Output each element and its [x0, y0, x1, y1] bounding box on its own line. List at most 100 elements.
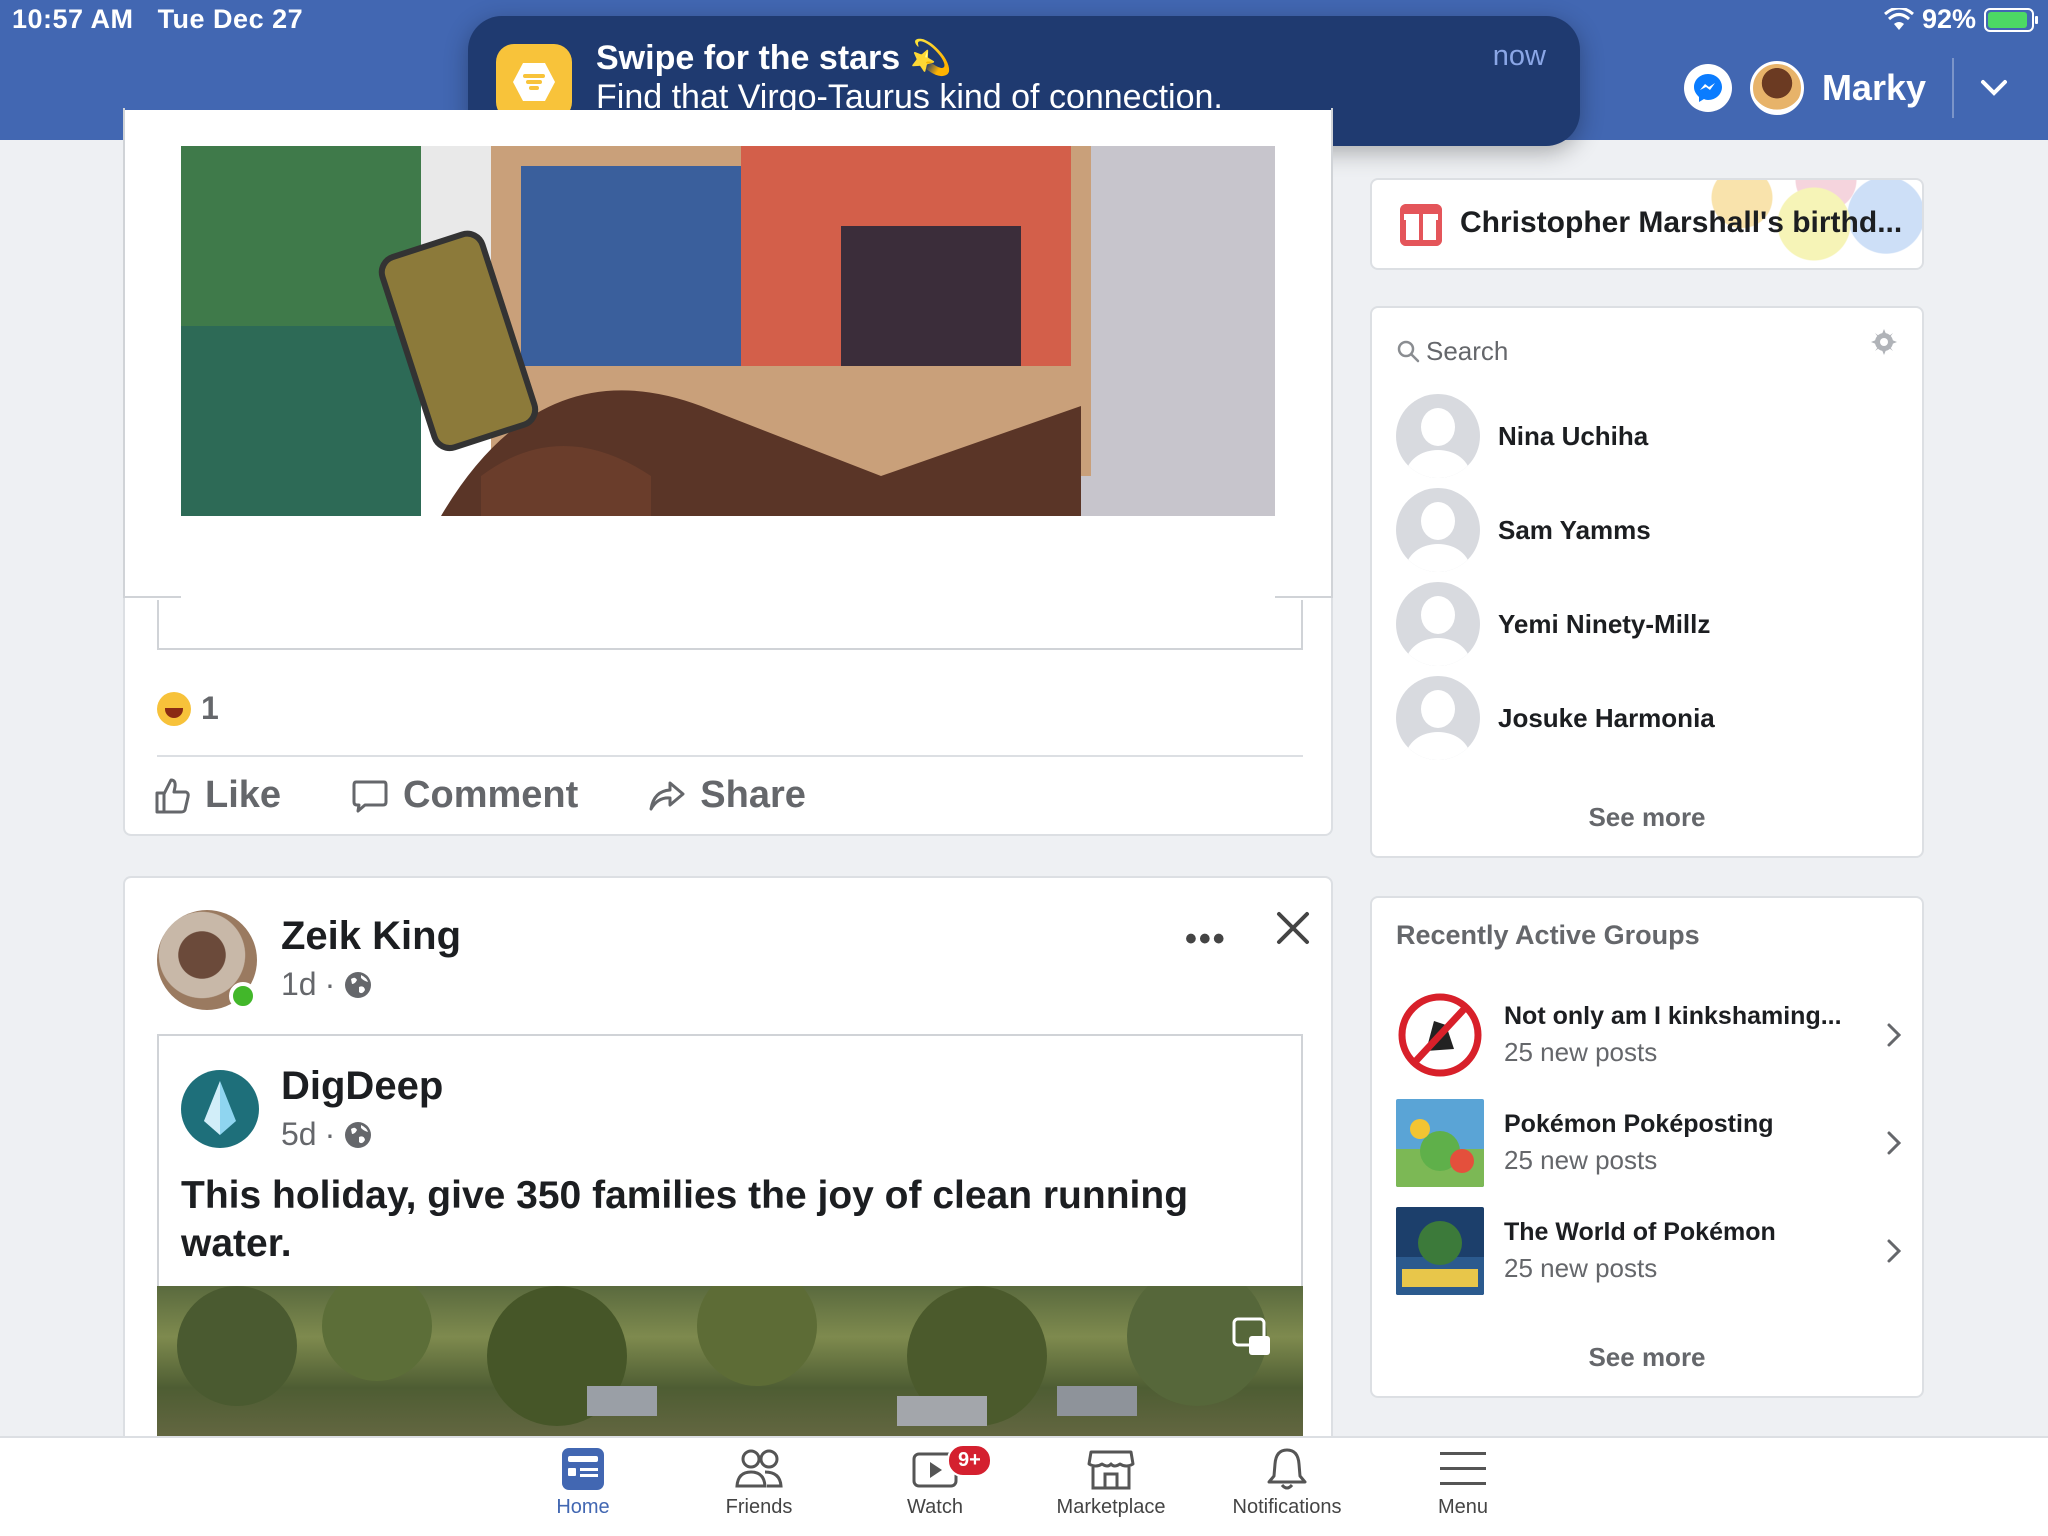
default-avatar-icon — [1396, 488, 1480, 572]
post-photo[interactable] — [181, 146, 1275, 626]
bell-icon — [1267, 1448, 1307, 1490]
contacts-search-input[interactable]: Search — [1396, 330, 1902, 372]
more-options-icon[interactable]: ••• — [1185, 920, 1227, 959]
tab-home[interactable]: Home — [503, 1446, 663, 1519]
close-icon[interactable] — [1275, 910, 1311, 946]
picture-in-picture-icon[interactable] — [1231, 1316, 1273, 1358]
contacts-panel: Search Nina Uchiha Sam Yamms Yemi Ninety… — [1370, 306, 1924, 858]
battery-icon — [1984, 7, 2038, 32]
recent-groups-panel: Recently Active Groups Not only am I kin… — [1370, 896, 1924, 1398]
shared-post[interactable]: DigDeep 5d · This holiday, give 350 fami… — [157, 1034, 1303, 1436]
profile-avatar[interactable] — [1749, 61, 1804, 115]
chevron-right-icon — [1887, 1239, 1902, 1263]
group-name: Not only am I kinkshaming... — [1504, 1002, 1842, 1030]
group-name: Pokémon Poképosting — [1504, 1110, 1774, 1138]
comment-label: Comment — [403, 774, 579, 816]
group-text: The World of Pokémon 25 new posts — [1504, 1218, 1876, 1284]
post-link-preview-footer — [157, 600, 1303, 650]
tab-watch[interactable]: 9+ Watch — [855, 1444, 1015, 1519]
online-status-dot — [229, 982, 257, 1010]
tab-menu[interactable]: Menu — [1383, 1446, 1543, 1519]
tab-friends-label: Friends — [725, 1496, 793, 1518]
contact-item[interactable]: Yemi Ninety-Millz — [1396, 582, 1902, 666]
haha-reaction-icon — [157, 691, 191, 726]
contact-item[interactable]: Josuke Harmonia — [1396, 676, 1902, 760]
shared-post-video[interactable] — [157, 1286, 1303, 1436]
feed-post: Zeik King 1d · ••• DigDeep 5d · This hol… — [123, 876, 1333, 1436]
reaction-summary[interactable]: 1 — [157, 690, 219, 727]
share-button[interactable]: Share — [648, 774, 806, 817]
group-thumbnail — [1396, 1099, 1484, 1187]
contacts-see-more-button[interactable]: See more — [1372, 802, 1922, 833]
share-label: Share — [700, 774, 806, 816]
globe-icon — [345, 971, 372, 998]
header-divider — [1952, 58, 1954, 118]
chevron-right-icon — [1887, 1023, 1902, 1047]
page-avatar[interactable] — [181, 1070, 259, 1148]
contact-item[interactable]: Nina Uchiha — [1396, 394, 1902, 478]
contact-name: Nina Uchiha — [1498, 420, 1649, 451]
gear-icon[interactable] — [1870, 328, 1898, 356]
home-feed-icon — [562, 1448, 604, 1490]
birthday-card[interactable]: Christopher Marshall's birthd... — [1370, 178, 1924, 270]
hamburger-menu-icon — [1440, 1452, 1486, 1485]
profile-name[interactable]: Marky — [1822, 67, 1926, 109]
search-placeholder: Search — [1426, 335, 1509, 366]
notification-time: now — [1492, 40, 1546, 72]
group-thumbnail — [1396, 991, 1484, 1079]
post-author-name[interactable]: Zeik King — [281, 914, 461, 959]
clock-time: 10:57 AM — [12, 4, 134, 34]
group-new-posts: 25 new posts — [1504, 1253, 1658, 1283]
notification-title: Swipe for the stars 💫 — [596, 39, 952, 77]
globe-icon — [345, 1121, 372, 1148]
water-drop-logo-icon — [204, 1081, 236, 1135]
wifi-icon — [1883, 7, 1914, 30]
groups-see-more-button[interactable]: See more — [1372, 1342, 1922, 1373]
tab-friends[interactable]: Friends — [679, 1446, 839, 1519]
search-icon — [1397, 340, 1420, 363]
like-button[interactable]: Like — [153, 774, 281, 817]
watch-notification-badge: 9+ — [947, 1444, 992, 1477]
divider — [157, 755, 1303, 757]
tab-home-label: Home — [556, 1496, 610, 1518]
group-new-posts: 25 new posts — [1504, 1145, 1658, 1175]
thumbs-up-icon — [155, 778, 190, 813]
tab-notifications[interactable]: Notifications — [1207, 1446, 1367, 1519]
meta-separator: · — [324, 966, 336, 1002]
group-name: The World of Pokémon — [1504, 1218, 1776, 1246]
account-area: Marky — [1683, 58, 2008, 118]
like-label: Like — [205, 774, 282, 816]
groups-panel-title: Recently Active Groups — [1396, 920, 1700, 950]
group-item[interactable]: The World of Pokémon 25 new posts — [1396, 1206, 1902, 1296]
default-avatar-icon — [1396, 676, 1480, 760]
tab-marketplace-label: Marketplace — [1056, 1496, 1166, 1518]
tab-watch-label: Watch — [907, 1496, 963, 1518]
post-meta: 1d · — [281, 966, 373, 1003]
tab-marketplace[interactable]: Marketplace — [1031, 1446, 1191, 1519]
contact-name: Yemi Ninety-Millz — [1498, 608, 1711, 639]
default-avatar-icon — [1396, 394, 1480, 478]
chevron-down-icon[interactable] — [1980, 79, 2008, 97]
group-thumbnail — [1396, 1207, 1484, 1295]
friends-icon — [735, 1449, 783, 1488]
post-age[interactable]: 1d — [281, 966, 317, 1003]
group-new-posts: 25 new posts — [1504, 1037, 1658, 1067]
group-text: Pokémon Poképosting 25 new posts — [1504, 1110, 1876, 1176]
meta-separator: · — [324, 1116, 336, 1152]
tab-notifications-label: Notifications — [1232, 1496, 1342, 1518]
shared-post-age[interactable]: 5d — [281, 1116, 317, 1153]
shared-post-text: This holiday, give 350 families the joy … — [181, 1174, 1189, 1265]
shared-post-meta: 5d · — [281, 1116, 373, 1153]
page-name[interactable]: DigDeep — [281, 1064, 443, 1109]
contact-name: Sam Yamms — [1498, 514, 1651, 545]
comment-button[interactable]: Comment — [351, 774, 578, 817]
messenger-icon[interactable] — [1683, 64, 1732, 112]
reaction-count: 1 — [201, 690, 219, 726]
contact-item[interactable]: Sam Yamms — [1396, 488, 1902, 572]
default-avatar-icon — [1396, 582, 1480, 666]
marketplace-store-icon — [1087, 1450, 1135, 1490]
group-item[interactable]: Pokémon Poképosting 25 new posts — [1396, 1098, 1902, 1188]
status-time: 10:57 AM Tue Dec 27 — [12, 4, 303, 35]
bottom-tab-bar: Home Friends 9+ Watch Marketplace Notifi… — [0, 1436, 2048, 1536]
group-item[interactable]: Not only am I kinkshaming... 25 new post… — [1396, 990, 1902, 1080]
